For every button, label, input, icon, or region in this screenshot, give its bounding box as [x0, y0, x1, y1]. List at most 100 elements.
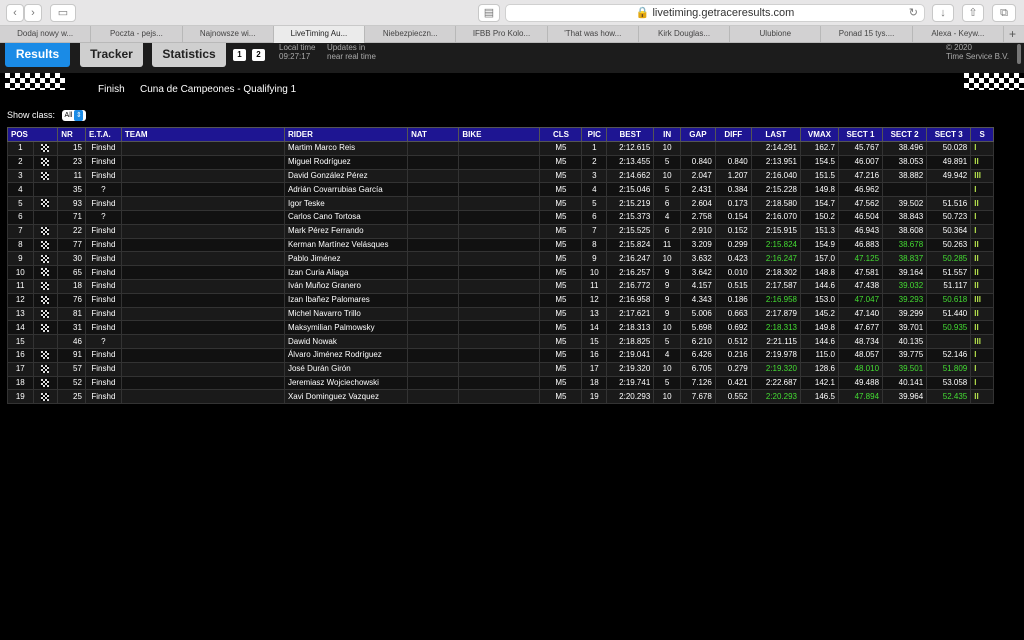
cell-pic: 5 [581, 196, 608, 211]
table-row[interactable]: 3 11 Finshd David González Pérez M5 3 2:14.662… [7, 168, 994, 184]
cell-pos-value: 17 [15, 364, 25, 374]
cell-pos-value: 4 [18, 184, 23, 194]
cell-diff: 0.423 [714, 251, 752, 267]
col-header-nr[interactable]: NR [57, 127, 86, 142]
col-header-pic[interactable]: PIC [581, 127, 608, 142]
col-header-last[interactable]: LAST [750, 127, 801, 142]
checkered-flag-icon [41, 392, 50, 401]
cell-rider-value: Michel Navarro Trillo [287, 308, 361, 318]
share-tabs-icon[interactable]: ▤ [478, 4, 500, 22]
downloads-icon[interactable]: ↓ [932, 4, 954, 22]
col-header-best[interactable]: BEST [606, 127, 655, 142]
browser-tab[interactable]: Dodaj nowy w... [0, 26, 92, 43]
table-row[interactable]: 1 15 Finshd Martim Marco Reis M5 1 2:12.615 10 2… [7, 141, 994, 156]
browser-tab[interactable]: 'That was how... [548, 26, 639, 43]
results-button[interactable]: Results [5, 43, 70, 67]
checkered-flag-icon [41, 323, 50, 332]
col-header-nat[interactable]: NAT [407, 127, 460, 142]
browser-tab[interactable]: IFBB Pro Kolo... [456, 26, 548, 43]
col-header-bike[interactable]: BIKE [458, 127, 541, 142]
table-row[interactable]: 7 22 Finshd Mark Pérez Ferrando M5 7 2:15.525 6… [7, 223, 994, 239]
cell-s: II [970, 389, 994, 405]
cell-nat [407, 389, 460, 405]
cell-nat [407, 306, 460, 322]
browser-tab[interactable]: Alexa - Keyw... [913, 26, 1004, 43]
col-header-sect-1[interactable]: SECT 1 [837, 127, 884, 142]
cell-rider: Jeremiasz Wojciechowski [283, 375, 409, 391]
cell-eta-value: ? [101, 212, 106, 222]
tracker-button[interactable]: Tracker [80, 43, 143, 67]
cell-s1: 47.562 [837, 196, 884, 211]
col-header-diff[interactable]: DIFF [714, 127, 752, 142]
browser-tab[interactable]: Niebezpieczn... [365, 26, 457, 43]
table-row[interactable]: 16 91 Finshd Álvaro Jiménez Rodríguez M5 16 2:… [7, 347, 994, 363]
reload-icon[interactable]: ↻ [909, 5, 918, 22]
table-row[interactable]: 9 30 Finshd Pablo Jiménez M5 9 2:16.247 10 3.632… [7, 251, 994, 267]
cell-last: 2:14.291 [750, 141, 801, 156]
browser-tab[interactable]: Ponad 15 tys.... [821, 26, 913, 43]
browser-tab[interactable]: Kirk Douglas... [639, 26, 731, 43]
table-row[interactable]: 12 76 Finshd Izan Ibañez Palomares M5 12 2:16.… [7, 292, 994, 308]
cell-gap: 7.126 [679, 375, 716, 391]
share-icon[interactable]: ⇧ [962, 4, 984, 22]
cell-pos: 19 [7, 389, 34, 405]
cell-diff-value: 0.279 [727, 364, 748, 374]
cell-nr: 11 [57, 168, 86, 184]
cell-s2-value: 39.701 [898, 322, 924, 332]
cell-s2-value: 38.053 [898, 157, 924, 167]
page-2-button[interactable]: 2 [252, 49, 265, 61]
col-header-sect-3[interactable]: SECT 3 [926, 127, 972, 142]
table-row[interactable]: 19 25 Finshd Xavi Dominguez Vazquez M5 19 2:20… [7, 389, 994, 405]
cell-flag [32, 141, 59, 156]
table-row[interactable]: 13 81 Finshd Michel Navarro Trillo M5 13 2:17.… [7, 306, 994, 322]
table-row[interactable]: 8 77 Finshd Kerman Martínez Velásques M5 8 2:1… [7, 237, 994, 253]
table-row[interactable]: 2 23 Finshd Miguel Rodríguez M5 2 2:13.455 5 0.8… [7, 154, 994, 170]
tab-overview-icon[interactable]: ⧉ [992, 4, 1016, 22]
table-row[interactable]: 6 71? Carlos Cano Tortosa M5 6 2:15.373 4 2.758… [7, 209, 994, 225]
cell-diff-value: 1.207 [727, 170, 748, 180]
table-row[interactable]: 14 31 Finshd Maksymilian Palmowsky M5 14 2:18.… [7, 320, 994, 336]
table-row[interactable]: 11 18 Finshd Iván Muñoz Granero M5 11 2:16.772… [7, 278, 994, 294]
cell-pic: 19 [581, 389, 608, 405]
page-1-button[interactable]: 1 [233, 49, 246, 61]
table-row[interactable]: 15 46? Dawid Nowak M5 15 2:18.825 5 6.210 0.512 2… [7, 334, 994, 349]
cell-team [120, 168, 285, 184]
cell-in-value: 4 [664, 212, 670, 222]
checkered-flag-icon [41, 268, 50, 277]
col-header-s[interactable]: S [970, 127, 994, 142]
scrollbar[interactable] [1017, 44, 1021, 64]
browser-tab[interactable]: Najnowsze wi... [183, 26, 274, 43]
back-icon[interactable]: ‹ [6, 4, 24, 22]
col-header-gap[interactable]: GAP [679, 127, 716, 142]
class-select[interactable]: All ⇕ [61, 110, 87, 122]
cell-pos-value: 12 [15, 295, 25, 305]
new-tab-icon[interactable]: + [1009, 26, 1016, 42]
table-row[interactable]: 5 93 Finshd Igor Teske M5 5 2:15.219 6 2.604 0.17… [7, 196, 994, 211]
table-row[interactable]: 18 52 Finshd Jeremiasz Wojciechowski M5 18 2:1… [7, 375, 994, 391]
col-header-cls[interactable]: CLS [539, 127, 583, 142]
col-header-vmax[interactable]: VMAX [799, 127, 839, 142]
cell-gap-value: 4.343 [691, 295, 712, 305]
updates-value: near real time [327, 52, 376, 61]
col-header-pos[interactable]: POS [6, 127, 59, 142]
browser-tab[interactable]: Poczta - pejs... [91, 26, 183, 43]
cell-s2: 40.135 [882, 334, 928, 349]
col-header-e-t-a-[interactable]: E.T.A. [84, 127, 122, 142]
table-row[interactable]: 4 35? Adrián Covarrubias García M5 4 2:15.046… [7, 182, 994, 198]
address-bar[interactable]: 🔒 livetiming.getraceresults.com ↻ [505, 4, 925, 22]
table-row[interactable]: 17 57 Finshd José Durán Girón M5 17 2:19.320 10… [7, 361, 994, 377]
cell-gap: 2.604 [679, 196, 716, 211]
cell-pos: 7 [7, 223, 34, 239]
col-header-sect-2[interactable]: SECT 2 [882, 127, 928, 142]
forward-icon[interactable]: › [24, 4, 42, 22]
col-header-in[interactable]: IN [653, 127, 681, 142]
statistics-button[interactable]: Statistics [152, 43, 226, 67]
sidebar-icon[interactable]: ▭ [50, 4, 76, 22]
browser-tab[interactable]: LiveTiming Au... [273, 26, 366, 43]
table-row[interactable]: 10 65 Finshd Izan Curia Aliaga M5 10 2:16.257 9… [7, 265, 994, 280]
col-header-rider[interactable]: RIDER [283, 127, 409, 142]
cell-pos: 11 [7, 278, 34, 294]
browser-tab[interactable]: Ulubione [730, 26, 822, 43]
cell-gap: 3.209 [679, 237, 716, 253]
col-header-team[interactable]: TEAM [120, 127, 285, 142]
